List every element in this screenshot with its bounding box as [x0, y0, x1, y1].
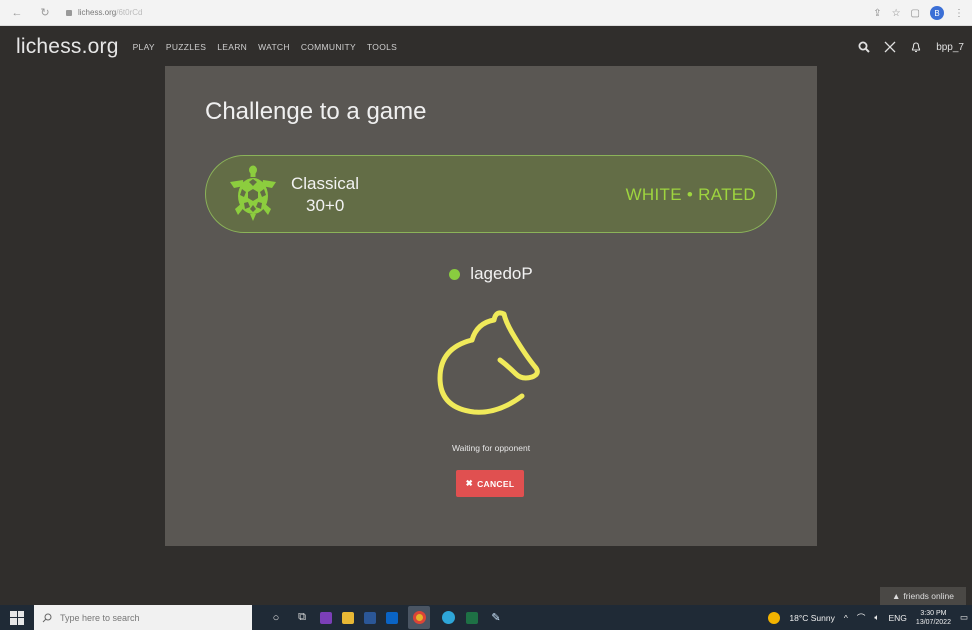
- paint-icon[interactable]: ✎: [488, 610, 504, 626]
- menu-item-play[interactable]: PLAY: [133, 42, 155, 52]
- friends-online-label: friends online: [903, 591, 954, 601]
- friends-online-toggle[interactable]: ▲ friends online: [880, 587, 966, 605]
- kebab-menu-icon[interactable]: ⋮: [954, 8, 964, 19]
- url-path-text: /6t0rCd: [116, 8, 143, 17]
- excel-icon[interactable]: [466, 611, 478, 624]
- taskbar-search-placeholder: Type here to search: [60, 612, 140, 623]
- task-view-icon[interactable]: ⧉: [294, 610, 310, 626]
- menu-item-community[interactable]: COMMUNITY: [301, 42, 356, 52]
- clock-time: 3:30 PM: [920, 609, 947, 617]
- taskbar-apps: ○ ⧉ ✎: [268, 606, 504, 629]
- edge-icon[interactable]: [440, 610, 456, 626]
- online-status-icon: [449, 268, 461, 280]
- network-icon[interactable]: ⌒: [857, 612, 866, 624]
- word-icon[interactable]: [364, 611, 376, 624]
- windows-start-icon[interactable]: [10, 610, 24, 625]
- cancel-button-label: CANCEL: [477, 478, 515, 489]
- profile-avatar[interactable]: B: [930, 6, 944, 20]
- opponent-name[interactable]: lagedoP: [470, 264, 532, 284]
- swords-icon[interactable]: [884, 41, 896, 53]
- clock-date: 13/07/2022: [915, 618, 951, 626]
- user-menu[interactable]: bpp_7: [936, 42, 964, 53]
- clock[interactable]: 3:30 PM 13/07/2022: [916, 609, 951, 627]
- challenge-panel: Challenge to a game Classical 30+0 WHITE…: [165, 66, 817, 546]
- browser-toolbar: ← ↻ lichess.org/6t0rCd ⇪ ☆ ▢ B ⋮: [0, 0, 972, 26]
- menu-item-watch[interactable]: WATCH: [258, 42, 290, 52]
- file-explorer-icon[interactable]: [342, 611, 354, 624]
- cortana-icon[interactable]: ○: [268, 610, 284, 626]
- system-tray: 18°C Sunny ^ ⌒ 🔈︎ ENG 3:30 PM 13/07/2022…: [768, 605, 968, 630]
- window-icon[interactable]: ▢: [911, 8, 920, 19]
- cancel-button[interactable]: ✖ CANCEL: [456, 470, 524, 497]
- taskbar-search[interactable]: Type here to search: [34, 605, 252, 630]
- windows-taskbar: Type here to search ○ ⧉ ✎ 18°C Sunny ^ ⌒…: [0, 605, 972, 630]
- chrome-icon[interactable]: [408, 606, 430, 629]
- header-actions: bpp_7: [858, 26, 964, 68]
- tray-chevron-icon[interactable]: ^: [844, 613, 848, 623]
- site-logo[interactable]: lichess.org: [16, 35, 119, 59]
- outlook-icon[interactable]: [386, 611, 398, 624]
- volume-icon[interactable]: 🔈︎: [874, 612, 879, 623]
- menu-item-learn[interactable]: LEARN: [217, 42, 247, 52]
- bell-icon[interactable]: [910, 41, 922, 53]
- menu-item-tools[interactable]: TOOLS: [367, 42, 397, 52]
- address-bar[interactable]: lichess.org/6t0rCd: [78, 8, 142, 17]
- search-icon: [42, 613, 52, 622]
- page-title: Challenge to a game: [205, 98, 427, 125]
- back-icon[interactable]: ←: [10, 7, 24, 19]
- reload-icon[interactable]: ↻: [38, 6, 52, 19]
- main-menu: PLAY PUZZLES LEARN WATCH COMMUNITY TOOLS: [133, 42, 398, 52]
- notification-icon[interactable]: ▭: [960, 612, 968, 623]
- star-icon[interactable]: ☆: [892, 8, 901, 19]
- turtle-icon: [230, 165, 276, 221]
- caret-up-icon: ▲: [892, 591, 901, 601]
- waiting-status: Waiting for opponent: [451, 443, 531, 453]
- speed-label: Classical: [291, 174, 360, 193]
- lock-icon[interactable]: [66, 9, 72, 16]
- game-setup-card: Classical 30+0 WHITE • RATED: [205, 155, 777, 233]
- close-icon: ✖: [465, 478, 474, 488]
- opponent-info: lagedoP: [165, 264, 817, 284]
- weather-icon[interactable]: [768, 611, 781, 624]
- site-header: lichess.org PLAY PUZZLES LEARN WATCH COM…: [0, 26, 972, 68]
- browser-actions: ⇪ ☆ ▢ B ⋮: [873, 0, 964, 26]
- onenote-icon[interactable]: [320, 611, 332, 624]
- color-rated-label: WHITE • RATED: [625, 185, 756, 204]
- language-indicator[interactable]: ENG: [889, 613, 907, 623]
- menu-item-puzzles[interactable]: PUZZLES: [166, 42, 206, 52]
- weather-text[interactable]: 18°C Sunny: [789, 613, 834, 623]
- url-text: lichess.org: [78, 8, 117, 17]
- search-icon[interactable]: [858, 41, 870, 53]
- share-icon[interactable]: ⇪: [873, 8, 881, 19]
- knight-icon: [437, 310, 540, 415]
- time-control-label: 30+0: [306, 196, 345, 215]
